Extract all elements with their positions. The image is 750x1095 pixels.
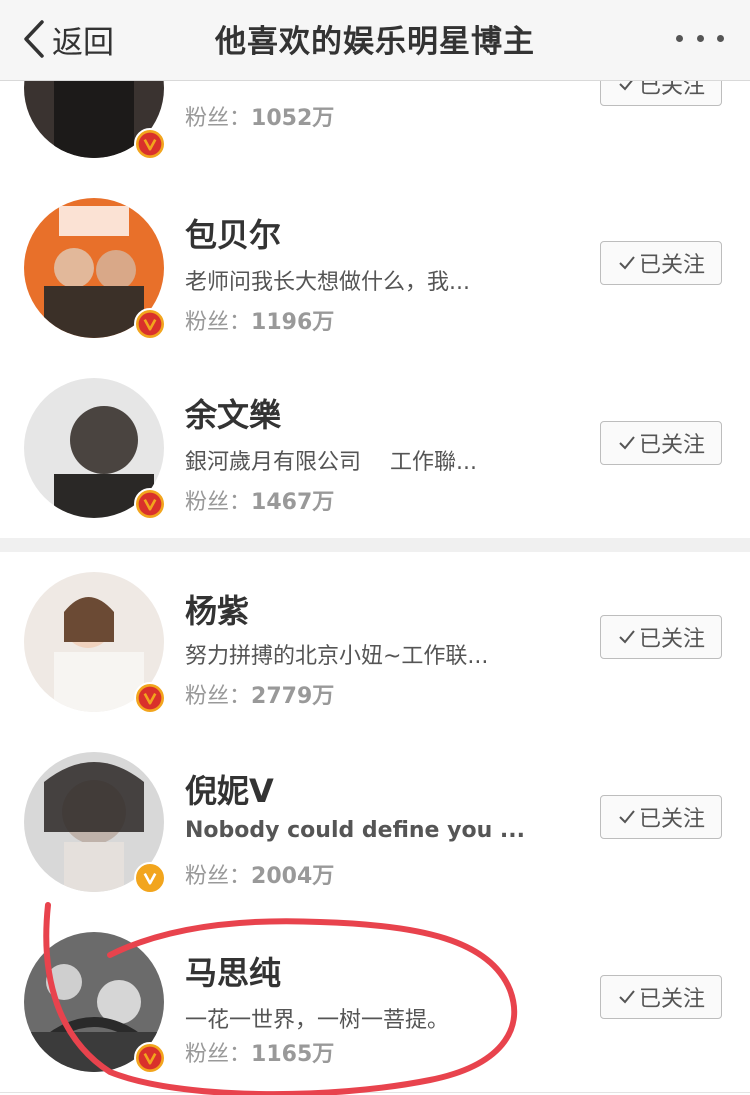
checkmark-icon — [619, 990, 635, 1004]
verified-badge-icon — [134, 308, 166, 340]
checkmark-icon — [619, 810, 635, 824]
verified-badge-icon — [134, 488, 166, 520]
follow-button[interactable]: 已关注 — [600, 615, 722, 659]
user-bio: 一花一世界，一树一菩提。 — [185, 1008, 450, 1033]
fans-count: 粉丝：2779万 — [185, 684, 335, 709]
user-bio: 老师问我长大想做什么，我... — [185, 270, 470, 295]
user-name[interactable]: 余文樂 — [185, 390, 281, 436]
user-name[interactable]: 包贝尔 — [185, 210, 281, 256]
fans-count: 粉丝：1052万 — [185, 106, 335, 131]
fans-count: 粉丝：1467万 — [185, 490, 335, 515]
fans-count: 粉丝：1196万 — [185, 310, 335, 335]
checkmark-icon — [619, 630, 635, 644]
user-bio: Nobody could define you ... — [185, 818, 525, 843]
dot-icon — [717, 34, 724, 42]
list-item[interactable]: 马思纯 一花一世界，一树一菩提。 粉丝：1165万 已关注 — [0, 912, 750, 1093]
list-item[interactable]: 倪妮V Nobody could define you ... 粉丝：2004万… — [0, 732, 750, 913]
fans-count: 粉丝：1165万 — [185, 1042, 335, 1067]
follow-button[interactable]: 已关注 — [600, 795, 722, 839]
verified-badge-icon — [134, 682, 166, 714]
verified-badge-icon — [134, 128, 166, 160]
more-options-button[interactable] — [676, 26, 724, 50]
fans-count: 粉丝：2004万 — [185, 864, 335, 889]
list-item[interactable]: 包贝尔 老师问我长大想做什么，我... 粉丝：1196万 已关注 — [0, 178, 750, 359]
checkmark-icon — [619, 256, 635, 270]
user-name[interactable]: 倪妮V — [185, 766, 274, 812]
user-name[interactable]: 马思纯 — [185, 948, 281, 994]
follow-button[interactable]: 已关注 — [600, 241, 722, 285]
checkmark-icon — [619, 436, 635, 450]
follow-button[interactable]: 已关注 — [600, 421, 722, 465]
dot-icon — [696, 34, 704, 42]
navigation-bar: 返回 他喜欢的娱乐明星博主 — [0, 0, 750, 81]
user-name[interactable]: 杨紫 — [185, 586, 249, 632]
page-title: 他喜欢的娱乐明星博主 — [215, 24, 535, 60]
dot-icon — [676, 34, 683, 42]
verified-badge-icon — [134, 1042, 166, 1074]
user-bio: 銀河歲月有限公司 工作聯... — [185, 450, 477, 475]
verified-badge-icon — [134, 862, 166, 894]
user-bio: 努力拼搏的北京小妞~工作联... — [185, 644, 489, 669]
section-divider — [0, 538, 750, 553]
follow-button[interactable]: 已关注 — [600, 975, 722, 1019]
list-item[interactable]: 余文樂 銀河歲月有限公司 工作聯... 粉丝：1467万 已关注 — [0, 358, 750, 539]
list-item[interactable]: 杨紫 努力拼搏的北京小妞~工作联... 粉丝：2779万 已关注 — [0, 552, 750, 733]
